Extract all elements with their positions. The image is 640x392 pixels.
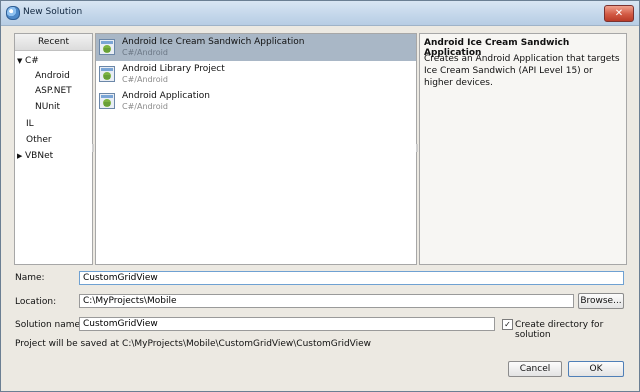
tree-item-other[interactable]: Other (26, 134, 52, 146)
template-name: Android Application (122, 91, 210, 101)
tree-item-label: VBNet (25, 151, 54, 161)
android-project-icon (99, 39, 115, 55)
location-label: Location: (15, 297, 57, 307)
recent-header[interactable]: Recent (15, 34, 92, 51)
name-input[interactable] (79, 271, 624, 285)
expand-arrow-icon[interactable]: ▼ (17, 55, 25, 67)
tree-item-vbnet[interactable]: ▶ VBNet (17, 150, 53, 162)
solution-name-label: Solution name: (15, 320, 84, 330)
close-button[interactable]: ✕ (604, 5, 634, 22)
template-language: C#/Android (122, 75, 168, 84)
category-tree: Recent ▼ C# Android ASP.NET NUnit IL Othe… (14, 33, 93, 265)
template-item-library[interactable]: Android Library Project C#/Android (96, 61, 416, 88)
title-bar[interactable]: New Solution ✕ (1, 1, 639, 26)
checkmark-icon: ✓ (504, 320, 511, 329)
tree-item-aspnet[interactable]: ASP.NET (35, 85, 72, 97)
ok-button[interactable]: OK (568, 361, 624, 377)
create-directory-checkbox[interactable]: ✓ (502, 319, 513, 330)
splitter-grip[interactable] (92, 144, 94, 152)
save-path-text: Project will be saved at C:\MyProjects\M… (15, 339, 372, 349)
tree-item-nunit[interactable]: NUnit (35, 101, 60, 113)
window-title: New Solution (23, 7, 83, 17)
template-language: C#/Android (122, 102, 168, 111)
template-description: Android Ice Cream Sandwich Application C… (419, 33, 627, 265)
template-list: Android Ice Cream Sandwich Application C… (95, 33, 417, 265)
template-name: Android Ice Cream Sandwich Application (122, 37, 305, 47)
template-language: C#/Android (122, 48, 168, 57)
create-directory-label[interactable]: Create directory for solution (515, 320, 639, 340)
android-project-icon (99, 66, 115, 82)
tree-item-android[interactable]: Android (35, 70, 70, 82)
tree-item-csharp[interactable]: ▼ C# (17, 55, 39, 67)
new-solution-dialog: New Solution ✕ Recent ▼ C# Android ASP.NE… (0, 0, 640, 392)
description-text: Creates an Android Application that targ… (424, 54, 620, 88)
location-input[interactable] (79, 294, 574, 308)
tree-item-label: C# (25, 56, 39, 66)
splitter-grip[interactable] (416, 144, 418, 152)
template-item-ics-app[interactable]: Android Ice Cream Sandwich Application C… (96, 34, 416, 61)
solution-name-input[interactable] (79, 317, 495, 331)
browse-button[interactable]: Browse... (578, 293, 624, 309)
collapse-arrow-icon[interactable]: ▶ (17, 150, 25, 162)
template-name: Android Library Project (122, 64, 225, 74)
cancel-button[interactable]: Cancel (508, 361, 562, 377)
app-icon (6, 6, 20, 20)
tree-item-il[interactable]: IL (26, 118, 34, 130)
template-item-android-app[interactable]: Android Application C#/Android (96, 88, 416, 115)
android-project-icon (99, 93, 115, 109)
name-label: Name: (15, 273, 45, 283)
